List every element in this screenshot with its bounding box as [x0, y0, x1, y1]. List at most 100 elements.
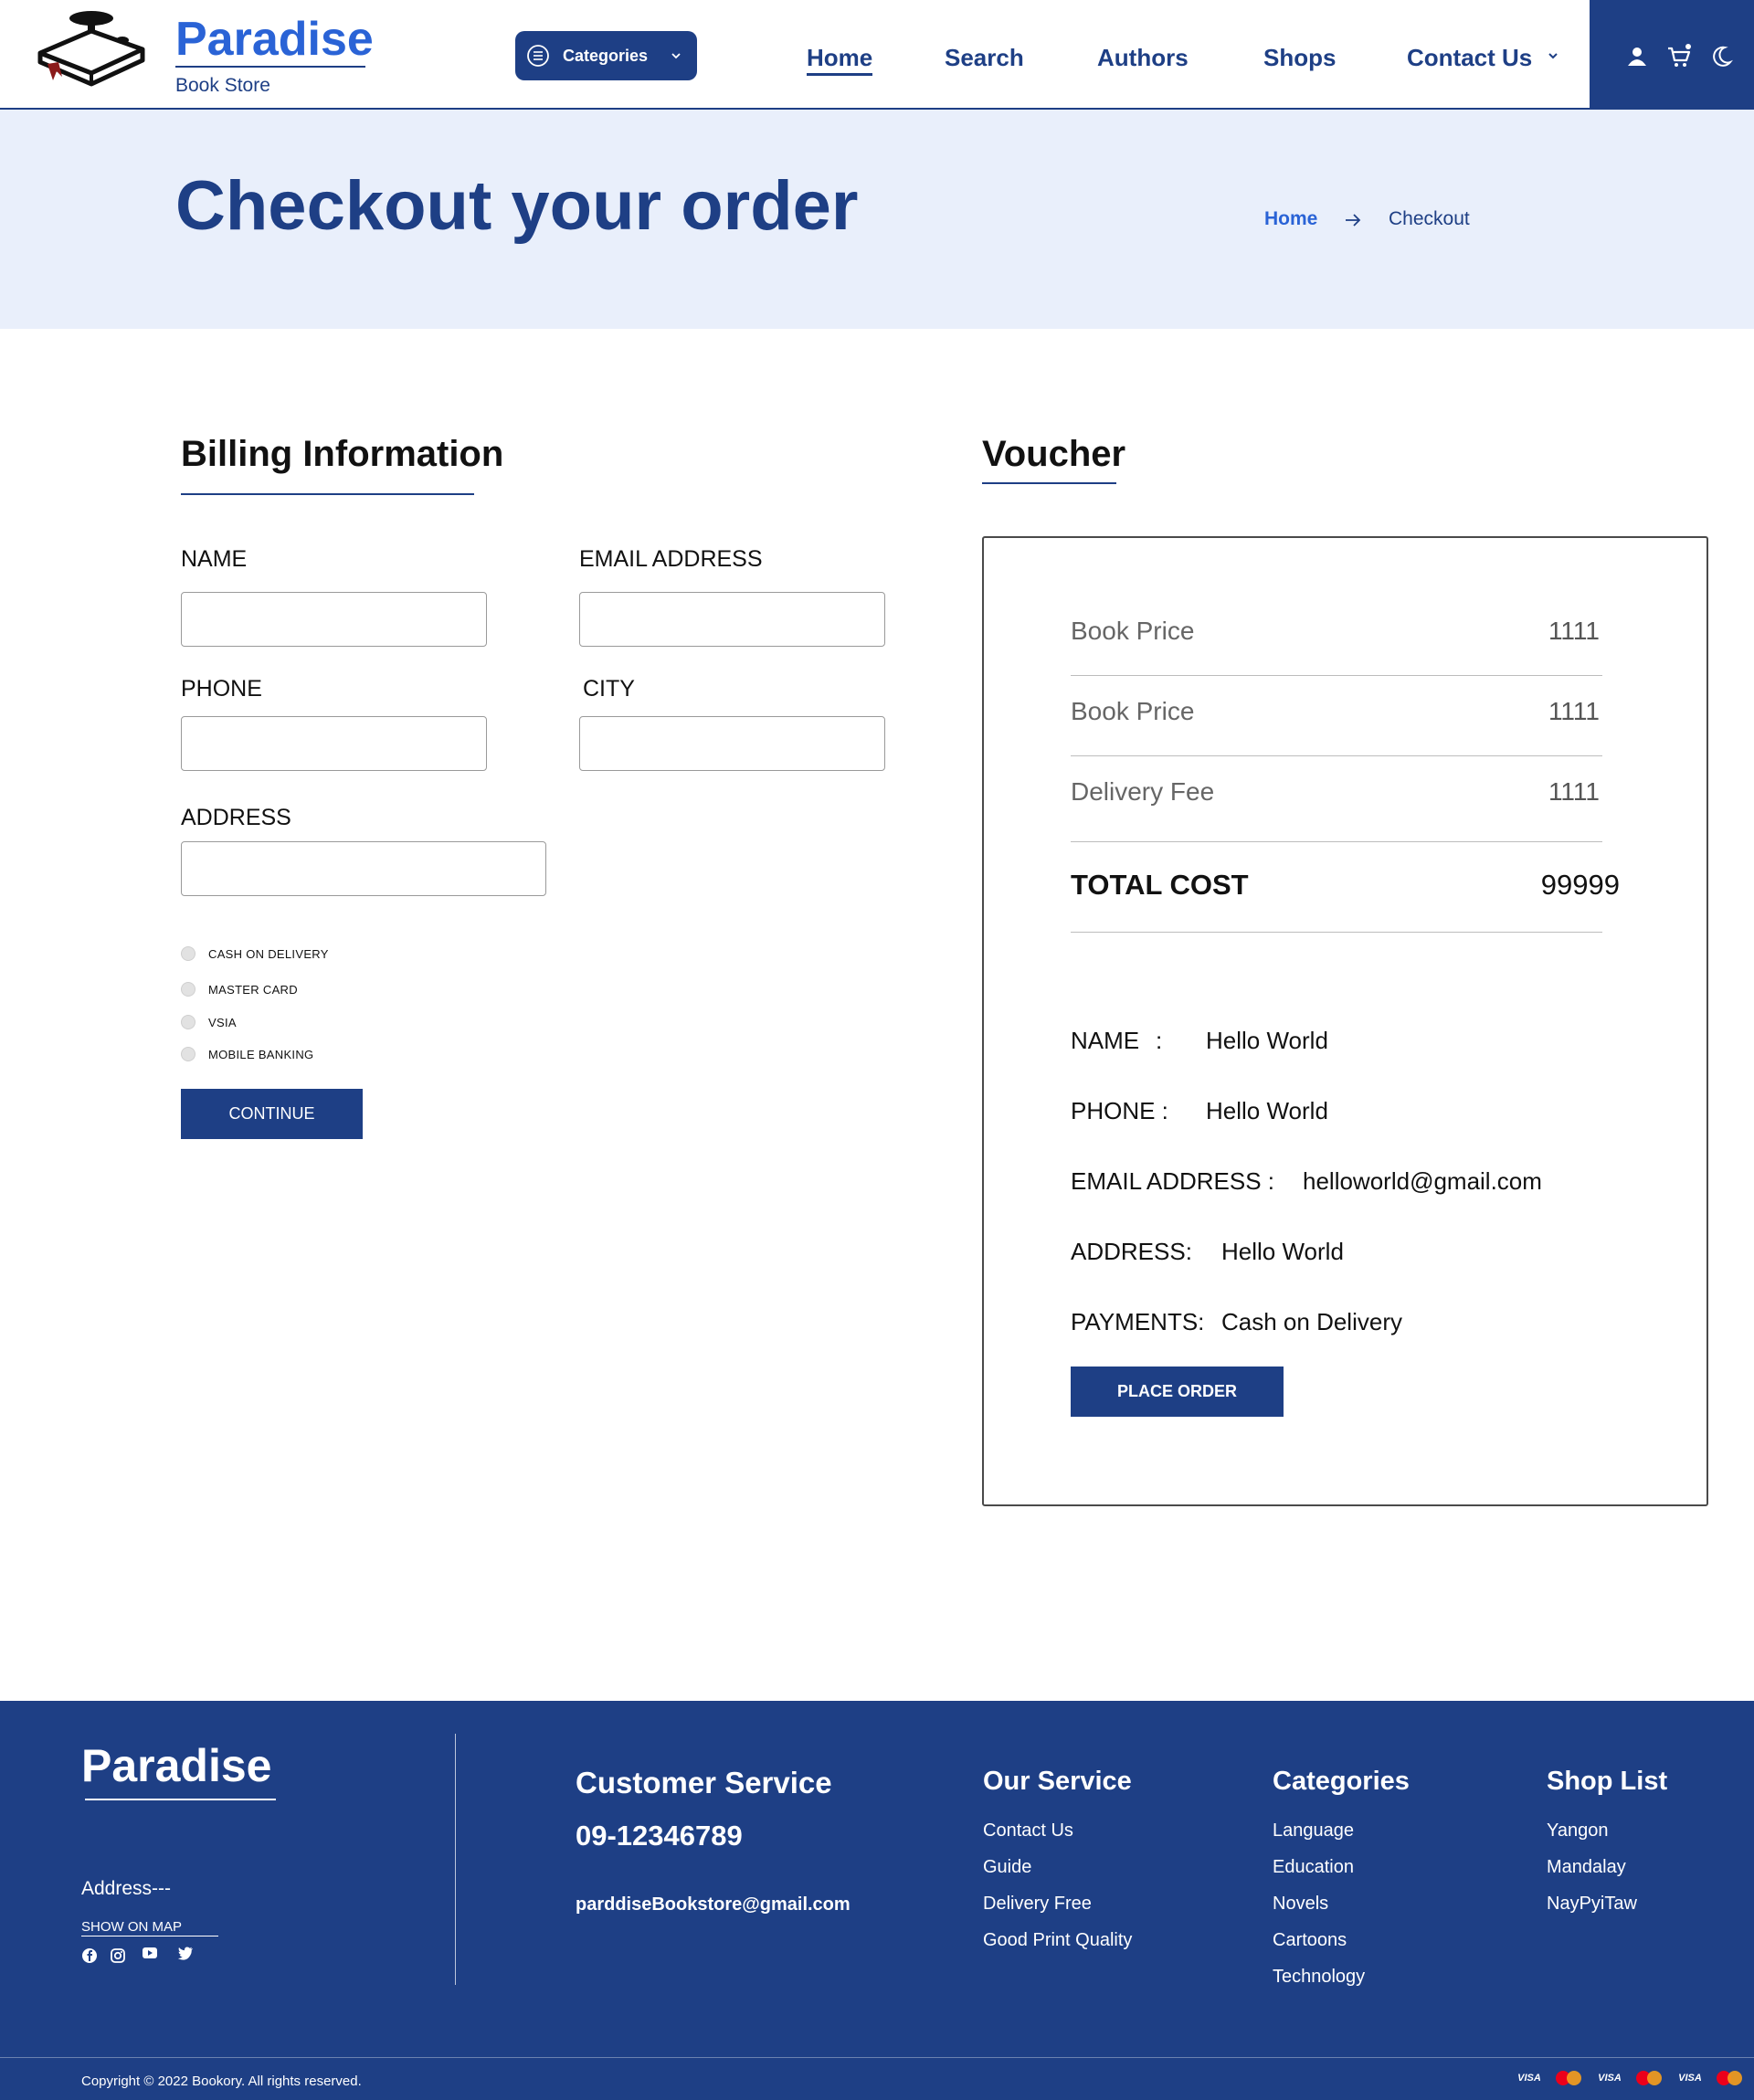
continue-button[interactable]: CONTINUE: [181, 1089, 363, 1139]
info-name-value: Hello World: [1206, 1027, 1328, 1054]
voucher-row-label: Delivery Fee: [1071, 777, 1215, 806]
city-label: CITY: [583, 676, 635, 702]
footer-link-delivery-free[interactable]: Delivery Free: [983, 1894, 1092, 1915]
chevron-down-icon: [671, 53, 681, 59]
cart-icon[interactable]: [1666, 44, 1692, 69]
footer-phone[interactable]: 09-12346789: [576, 1820, 743, 1852]
show-on-map-link[interactable]: SHOW ON MAP: [81, 1919, 182, 1935]
info-phone-key: PHONE :: [1071, 1097, 1168, 1124]
phone-label: PHONE: [181, 676, 262, 702]
nav-home[interactable]: Home: [807, 42, 873, 76]
nav-contact-us[interactable]: Contact Us: [1407, 42, 1532, 73]
site-footer: Paradise Address--- SHOW ON MAP Customer…: [0, 1701, 1754, 2100]
mastercard-icon: [1714, 2070, 1747, 2086]
name-label: NAME: [181, 546, 248, 572]
divider: [1071, 932, 1602, 933]
payment-option-label: CASH ON DELIVERY: [208, 946, 329, 961]
total-cost-value: 99999: [1540, 869, 1620, 901]
shop-list-title: Shop List: [1547, 1767, 1668, 1796]
brand-title[interactable]: Paradise: [175, 11, 374, 68]
moon-icon[interactable]: [1708, 44, 1734, 69]
youtube-icon[interactable]: [142, 1945, 158, 1961]
voucher-row-label: Book Price: [1071, 697, 1195, 725]
footer-shop-yangon[interactable]: Yangon: [1547, 1820, 1608, 1841]
billing-title: Billing Information: [181, 434, 504, 474]
info-phone-value: Hello World: [1206, 1097, 1328, 1124]
footer-category-technology[interactable]: Technology: [1273, 1967, 1365, 1988]
address-input[interactable]: [181, 841, 546, 896]
payment-option-cash[interactable]: CASH ON DELIVERY: [181, 946, 329, 961]
categories-title: Categories: [1273, 1767, 1410, 1796]
name-input[interactable]: [181, 592, 487, 647]
categories-label: Categories: [563, 46, 649, 65]
footer-category-language[interactable]: Language: [1273, 1820, 1354, 1841]
radio-button[interactable]: [181, 1015, 195, 1029]
footer-category-education[interactable]: Education: [1273, 1857, 1354, 1878]
footer-brand[interactable]: Paradise: [81, 1739, 271, 1792]
total-cost-label: TOTAL COST: [1071, 869, 1249, 901]
payment-option-visa[interactable]: VSIA: [181, 1015, 237, 1029]
info-name-key: NAME: [1071, 1027, 1140, 1054]
footer-category-cartoons[interactable]: Cartoons: [1273, 1930, 1347, 1951]
book-logo-icon[interactable]: [35, 9, 148, 90]
info-address-key: ADDRESS:: [1071, 1238, 1192, 1265]
divider: [1071, 755, 1602, 756]
mastercard-icon: [1553, 2070, 1586, 2086]
mastercard-icon: [1633, 2070, 1666, 2086]
our-service-title: Our Service: [983, 1767, 1132, 1796]
footer-email[interactable]: parddiseBookstore@gmail.com: [576, 1894, 851, 1915]
divider: [1071, 841, 1602, 842]
chevron-down-icon[interactable]: [1547, 49, 1559, 62]
radio-button[interactable]: [181, 982, 195, 997]
footer-link-guide[interactable]: Guide: [983, 1857, 1031, 1878]
radio-button[interactable]: [181, 946, 195, 961]
user-icon[interactable]: [1624, 44, 1650, 69]
phone-input[interactable]: [181, 716, 487, 771]
customer-service-title: Customer Service: [576, 1766, 832, 1799]
address-label: ADDRESS: [181, 805, 291, 830]
voucher-row-value: 1111: [1548, 617, 1600, 645]
footer-link-good-print-quality[interactable]: Good Print Quality: [983, 1930, 1132, 1951]
footer-link-contact-us[interactable]: Contact Us: [983, 1820, 1073, 1841]
payment-option-mobile-banking[interactable]: MOBILE BANKING: [181, 1047, 313, 1061]
email-input[interactable]: [579, 592, 885, 647]
visa-icon: VISA: [1598, 2073, 1622, 2084]
voucher-card: Book Price 1111 Book Price 1111 Delivery…: [982, 536, 1708, 1506]
city-input[interactable]: [579, 716, 885, 771]
footer-divider: [455, 1734, 456, 1985]
facebook-icon[interactable]: [81, 1947, 98, 1964]
page-banner: Checkout your order Home Checkout: [0, 110, 1754, 329]
footer-shop-mandalay[interactable]: Mandalay: [1547, 1857, 1626, 1878]
payment-option-mastercard[interactable]: MASTER CARD: [181, 982, 298, 997]
nav-shops[interactable]: Shops: [1263, 42, 1336, 73]
info-payments-value: Cash on Delivery: [1221, 1308, 1402, 1335]
brand-subtitle: Book Store: [175, 75, 270, 96]
footer-shop-naypyitaw[interactable]: NayPyiTaw: [1547, 1894, 1637, 1915]
billing-title-underline: [181, 493, 474, 495]
payment-option-label: MASTER CARD: [208, 982, 298, 997]
checkout-main: Billing Information NAME EMAIL ADDRESS P…: [0, 329, 1754, 1701]
voucher-title: Voucher: [982, 434, 1126, 474]
info-email-value: helloworld@gmail.com: [1303, 1167, 1542, 1195]
footer-category-novels[interactable]: Novels: [1273, 1894, 1328, 1915]
instagram-icon[interactable]: [110, 1947, 126, 1964]
categories-button[interactable]: Categories: [515, 31, 697, 80]
page-title: Checkout your order: [175, 167, 859, 245]
visa-icon: VISA: [1678, 2073, 1702, 2084]
footer-brand-underline: [85, 1799, 276, 1800]
twitter-icon[interactable]: [177, 1945, 194, 1961]
radio-button[interactable]: [181, 1047, 195, 1061]
nav-search[interactable]: Search: [945, 42, 1024, 73]
footer-bottom-divider: [0, 2057, 1754, 2058]
place-order-button[interactable]: PLACE ORDER: [1071, 1367, 1284, 1417]
info-address-value: Hello World: [1221, 1238, 1344, 1265]
footer-address: Address---: [81, 1878, 172, 1899]
voucher-row-value: 1111: [1548, 697, 1600, 725]
breadcrumb-home[interactable]: Home: [1264, 208, 1317, 230]
nav-authors[interactable]: Authors: [1097, 42, 1189, 73]
email-label: EMAIL ADDRESS: [579, 546, 763, 572]
voucher-title-underline: [982, 482, 1116, 484]
site-header: Paradise Book Store Categories Home Sear…: [0, 0, 1754, 110]
brand-underline: [175, 66, 365, 68]
info-email-key: EMAIL ADDRESS :: [1071, 1167, 1274, 1195]
